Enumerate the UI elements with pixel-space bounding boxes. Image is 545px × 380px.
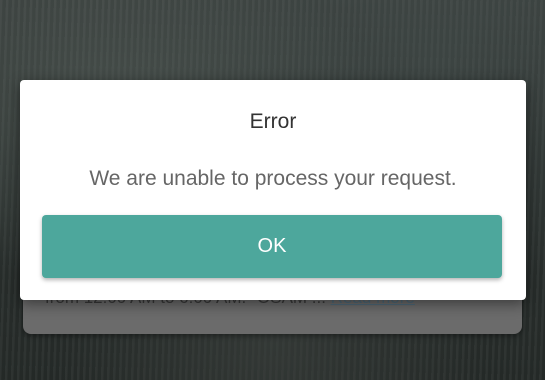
screen-background: from 12:00 AM to 6:00 AM. "OSAM ... Read… [0,0,545,380]
ok-button[interactable]: OK [42,215,502,278]
dialog-message: We are unable to process your request. [89,167,457,190]
dialog-title: Error [249,110,297,133]
error-dialog: Error We are unable to process your requ… [20,80,526,300]
